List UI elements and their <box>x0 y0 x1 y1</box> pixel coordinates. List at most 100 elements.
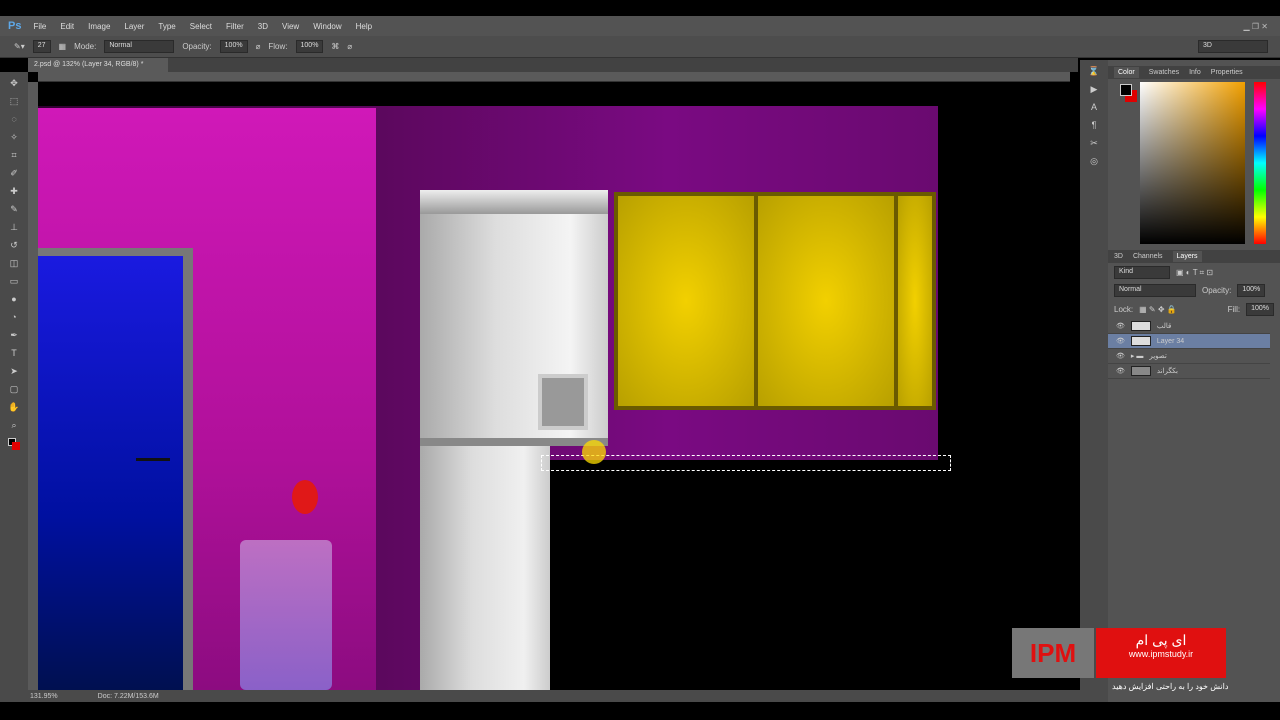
zoom-level[interactable]: 131.95% <box>30 693 58 700</box>
menu-view[interactable]: View <box>282 22 299 31</box>
mode-select[interactable]: Normal <box>104 40 175 53</box>
menu-3d[interactable]: 3D <box>258 22 268 31</box>
flow-input[interactable]: 100% <box>295 40 324 53</box>
layer-opacity-input[interactable]: 100% <box>1237 284 1266 297</box>
history-brush-icon[interactable]: ↺ <box>8 240 20 252</box>
tab-swatches[interactable]: Swatches <box>1149 69 1179 76</box>
quick-select-icon[interactable]: ✧ <box>8 132 20 144</box>
color-swatches-icon[interactable] <box>8 438 20 450</box>
lock-label: Lock: <box>1114 305 1134 314</box>
door-handle <box>136 458 170 461</box>
folder-icon[interactable]: ▸ ▬ <box>1131 352 1143 360</box>
layer-filter-select[interactable]: Kind <box>1114 266 1170 279</box>
pen-tool-icon[interactable]: ✒ <box>8 330 20 342</box>
watermark-tagline: دانش خود را به راحتی افزایش دهید <box>1112 682 1229 691</box>
menu-edit[interactable]: Edit <box>60 22 74 31</box>
eye-icon[interactable]: 👁 <box>1116 352 1125 360</box>
layer-thumbnail <box>1130 336 1151 346</box>
tab-properties[interactable]: Properties <box>1211 69 1243 76</box>
hue-slider[interactable] <box>1254 82 1266 244</box>
menu-window[interactable]: Window <box>313 22 341 31</box>
paragraph-icon[interactable]: ¶ <box>1088 120 1100 132</box>
healing-icon[interactable]: ✚ <box>8 186 20 198</box>
layer-row[interactable]: 👁 قالب <box>1108 319 1270 334</box>
brush-tool-icon[interactable]: ✎▾ <box>14 42 25 51</box>
history-icon[interactable]: ⌛ <box>1088 66 1100 78</box>
blend-mode-select[interactable]: Normal <box>1114 284 1196 297</box>
layer-name: Layer 34 <box>1156 337 1185 345</box>
layer-group-row[interactable]: 👁 ▸ ▬ تصویر <box>1108 349 1270 364</box>
vertical-ruler <box>28 82 38 690</box>
eraser-icon[interactable]: ◫ <box>8 258 20 270</box>
vase <box>240 540 332 690</box>
menu-type[interactable]: Type <box>158 22 175 31</box>
eye-icon[interactable]: 👁 <box>1116 337 1125 345</box>
watermark: IPM ای پی ام www.ipmstudy.ir دانش خود را … <box>1012 628 1252 698</box>
marquee-tool-icon[interactable]: ⬚ <box>8 96 20 108</box>
pressure-opacity-icon[interactable]: ⌀ <box>256 42 261 51</box>
path-select-icon[interactable]: ➤ <box>8 366 20 378</box>
lock-icons[interactable]: ▦ ✎ ✥ 🔒 <box>1139 305 1177 314</box>
color-field[interactable] <box>1140 82 1245 244</box>
fridge-divider <box>420 438 608 446</box>
dodge-icon[interactable]: ◔ <box>8 312 20 324</box>
actions-icon[interactable]: ▶ <box>1088 84 1100 96</box>
layer-opacity-label: Opacity: <box>1202 286 1232 295</box>
fridge-bottom <box>420 442 550 690</box>
window-controls[interactable]: ▁ ❐ ✕ <box>1244 22 1268 31</box>
tools-preset-icon[interactable]: ✂ <box>1088 138 1100 150</box>
type-tool-icon[interactable]: T <box>8 348 20 360</box>
foreground-color[interactable] <box>1120 84 1132 96</box>
shape-tool-icon[interactable]: ▢ <box>8 384 20 396</box>
watermark-brand: ای پی ام www.ipmstudy.ir <box>1096 628 1226 678</box>
tab-color[interactable]: Color <box>1114 67 1139 78</box>
eyedropper-icon[interactable]: ✐ <box>8 168 20 180</box>
move-tool-icon[interactable]: ✥ <box>8 78 20 90</box>
tab-info[interactable]: Info <box>1189 69 1201 76</box>
tab-layers[interactable]: Layers <box>1172 251 1202 262</box>
eye-icon[interactable]: 👁 <box>1116 367 1125 375</box>
tab-3d[interactable]: 3D <box>1114 253 1123 260</box>
lasso-tool-icon[interactable]: ◌ <box>8 114 20 126</box>
layer-row[interactable]: 👁 بکگراند <box>1108 364 1270 379</box>
layer-name: تصویر <box>1149 353 1167 360</box>
fill-input[interactable]: 100% <box>1246 303 1274 316</box>
tab-channels[interactable]: Channels <box>1133 253 1163 260</box>
menu-layer[interactable]: Layer <box>124 22 144 31</box>
brush-panel-icon[interactable]: ▦ <box>59 42 67 51</box>
layers-list: 👁 قالب 👁 Layer 34 👁 ▸ ▬ تصویر 👁 بکگراند <box>1108 319 1270 379</box>
stamp-tool-icon[interactable]: ⊥ <box>8 222 20 234</box>
menu-file[interactable]: File <box>33 22 46 31</box>
door <box>38 248 193 690</box>
crop-tool-icon[interactable]: ⌗ <box>8 150 20 162</box>
document-tab[interactable]: 2.psd @ 132% (Layer 34, RGB/8) * <box>28 58 168 72</box>
watermark-logo: IPM <box>1012 628 1094 678</box>
menu-filter[interactable]: Filter <box>226 22 244 31</box>
document-canvas[interactable] <box>38 82 1070 690</box>
water-dispenser <box>538 374 588 430</box>
brush-presets-icon[interactable]: ◎ <box>1088 156 1100 168</box>
fridge-top-band <box>420 190 608 214</box>
cabinets <box>614 192 936 410</box>
brush-tool-icon[interactable]: ✎ <box>8 204 20 216</box>
blur-icon[interactable]: ● <box>8 294 20 306</box>
filter-icons[interactable]: ▣ ◐ T ⌗ ⊡ <box>1176 268 1213 278</box>
workspace-select[interactable]: 3D <box>1198 40 1268 53</box>
zoom-tool-icon[interactable]: ⌕ <box>8 420 20 432</box>
flow-label: Flow: <box>268 42 288 51</box>
opacity-input[interactable]: 100% <box>219 40 248 53</box>
layer-thumbnail <box>1130 321 1151 331</box>
menu-help[interactable]: Help <box>356 22 372 31</box>
character-icon[interactable]: A <box>1088 102 1100 114</box>
eye-icon[interactable]: 👁 <box>1116 322 1125 330</box>
layer-name: بکگراند <box>1156 368 1178 375</box>
hand-tool-icon[interactable]: ✋ <box>8 402 20 414</box>
pressure-size-icon[interactable]: ⌀ <box>347 42 352 51</box>
airbrush-icon[interactable]: ⌘ <box>331 42 339 51</box>
gradient-icon[interactable]: ▭ <box>8 276 20 288</box>
layer-row-selected[interactable]: 👁 Layer 34 <box>1108 334 1270 349</box>
menu-image[interactable]: Image <box>88 22 110 31</box>
brush-size-picker[interactable]: 27 <box>32 40 51 53</box>
horizontal-ruler <box>38 72 1070 82</box>
menu-select[interactable]: Select <box>190 22 212 31</box>
